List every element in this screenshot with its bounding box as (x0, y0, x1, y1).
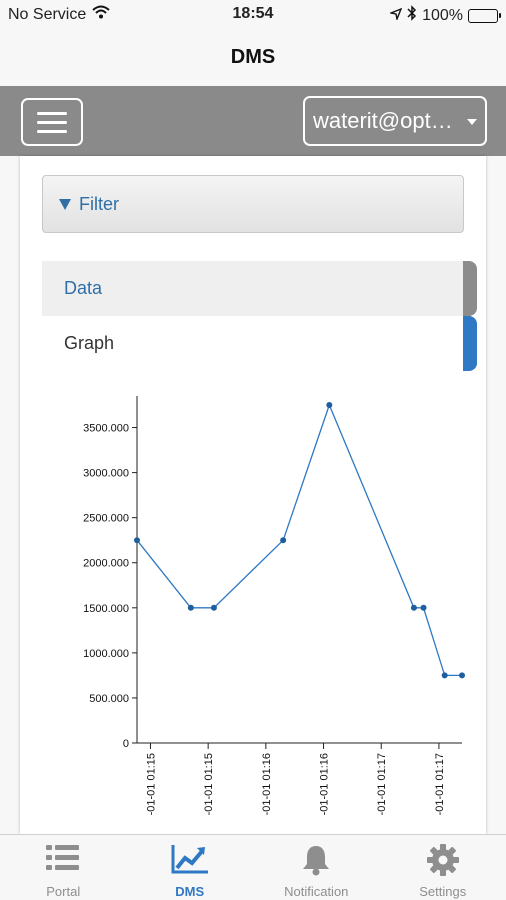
data-point (187, 604, 194, 611)
filter-toggle[interactable]: Filter (42, 175, 464, 233)
account-label: waterit@opt… (313, 108, 453, 133)
x-tick-label: -01-01 01:15 (145, 753, 157, 815)
data-point (420, 604, 427, 611)
data-point (441, 672, 448, 679)
y-tick-label: 3000.000 (83, 468, 129, 480)
tabbar-item-notification[interactable]: Notification (253, 835, 380, 900)
line-chart: 0 500.000 1000.000 1500.000 2000.000 2500.000… (83, 396, 465, 815)
bell-icon (299, 843, 333, 882)
tabbar-label-portal: Portal (46, 884, 81, 899)
tab-data-label: Data (64, 278, 103, 298)
tabbar-item-settings[interactable]: Settings (380, 835, 506, 900)
data-point (410, 604, 417, 611)
tabbar-label-settings: Settings (419, 884, 467, 899)
caret-down-icon (467, 119, 477, 125)
battery-icon (468, 8, 501, 23)
battery-percent: 100% (422, 6, 463, 24)
bluetooth-icon (407, 5, 417, 26)
tabbar-label-notification: Notification (284, 884, 349, 899)
x-tick-label: -01-01 01:16 (261, 753, 273, 815)
series-line (136, 403, 462, 677)
y-tick-label: 1500.000 (83, 603, 129, 615)
y-tick-label: 2000.000 (83, 558, 129, 570)
data-point (326, 402, 333, 409)
y-tick-label: 0 (123, 738, 129, 750)
y-tick-label: 1000.000 (83, 648, 129, 660)
content-panel: Filter Data Graph 0 500.000 1000.000 1500.0… (20, 156, 486, 834)
tabbar-item-portal[interactable]: Portal (0, 835, 127, 900)
tab-graph-label: Graph (64, 333, 115, 353)
tab-data[interactable]: Data (42, 261, 477, 316)
filter-label: Filter (79, 194, 119, 214)
chart-line-icon (170, 843, 210, 880)
toolbar: waterit@opt… (0, 86, 506, 156)
tabbar-label-dms: DMS (175, 884, 205, 899)
tabbar-item-dms[interactable]: DMS (127, 835, 254, 900)
data-point (210, 604, 217, 611)
x-tick-label: -01-01 01:17 (376, 753, 388, 815)
list-icon (45, 843, 81, 878)
y-tick-label: 3500.000 (83, 423, 129, 435)
account-select[interactable]: waterit@opt… (303, 96, 487, 146)
bottom-tab-bar: Portal DMS Notification Settings (0, 834, 506, 900)
page-title: DMS (0, 30, 506, 86)
location-icon (388, 7, 403, 25)
y-tick-label: 500.000 (89, 693, 129, 705)
data-point (280, 537, 287, 544)
x-tick-label: -01-01 01:16 (319, 753, 331, 815)
gear-icon (426, 843, 460, 882)
tab-data-marker (463, 261, 477, 316)
triangle-down-icon (59, 199, 71, 210)
y-tick-label: 2500.000 (83, 513, 129, 525)
data-point (459, 672, 465, 679)
tab-graph-marker (463, 316, 477, 371)
status-bar: No Service 18:54 100% (0, 0, 506, 30)
menu-button[interactable] (21, 98, 83, 146)
data-point (134, 537, 140, 544)
tab-graph[interactable]: Graph (42, 316, 477, 371)
x-tick-label: -01-01 01:15 (203, 753, 215, 815)
x-tick-label: -01-01 01:17 (434, 753, 446, 815)
